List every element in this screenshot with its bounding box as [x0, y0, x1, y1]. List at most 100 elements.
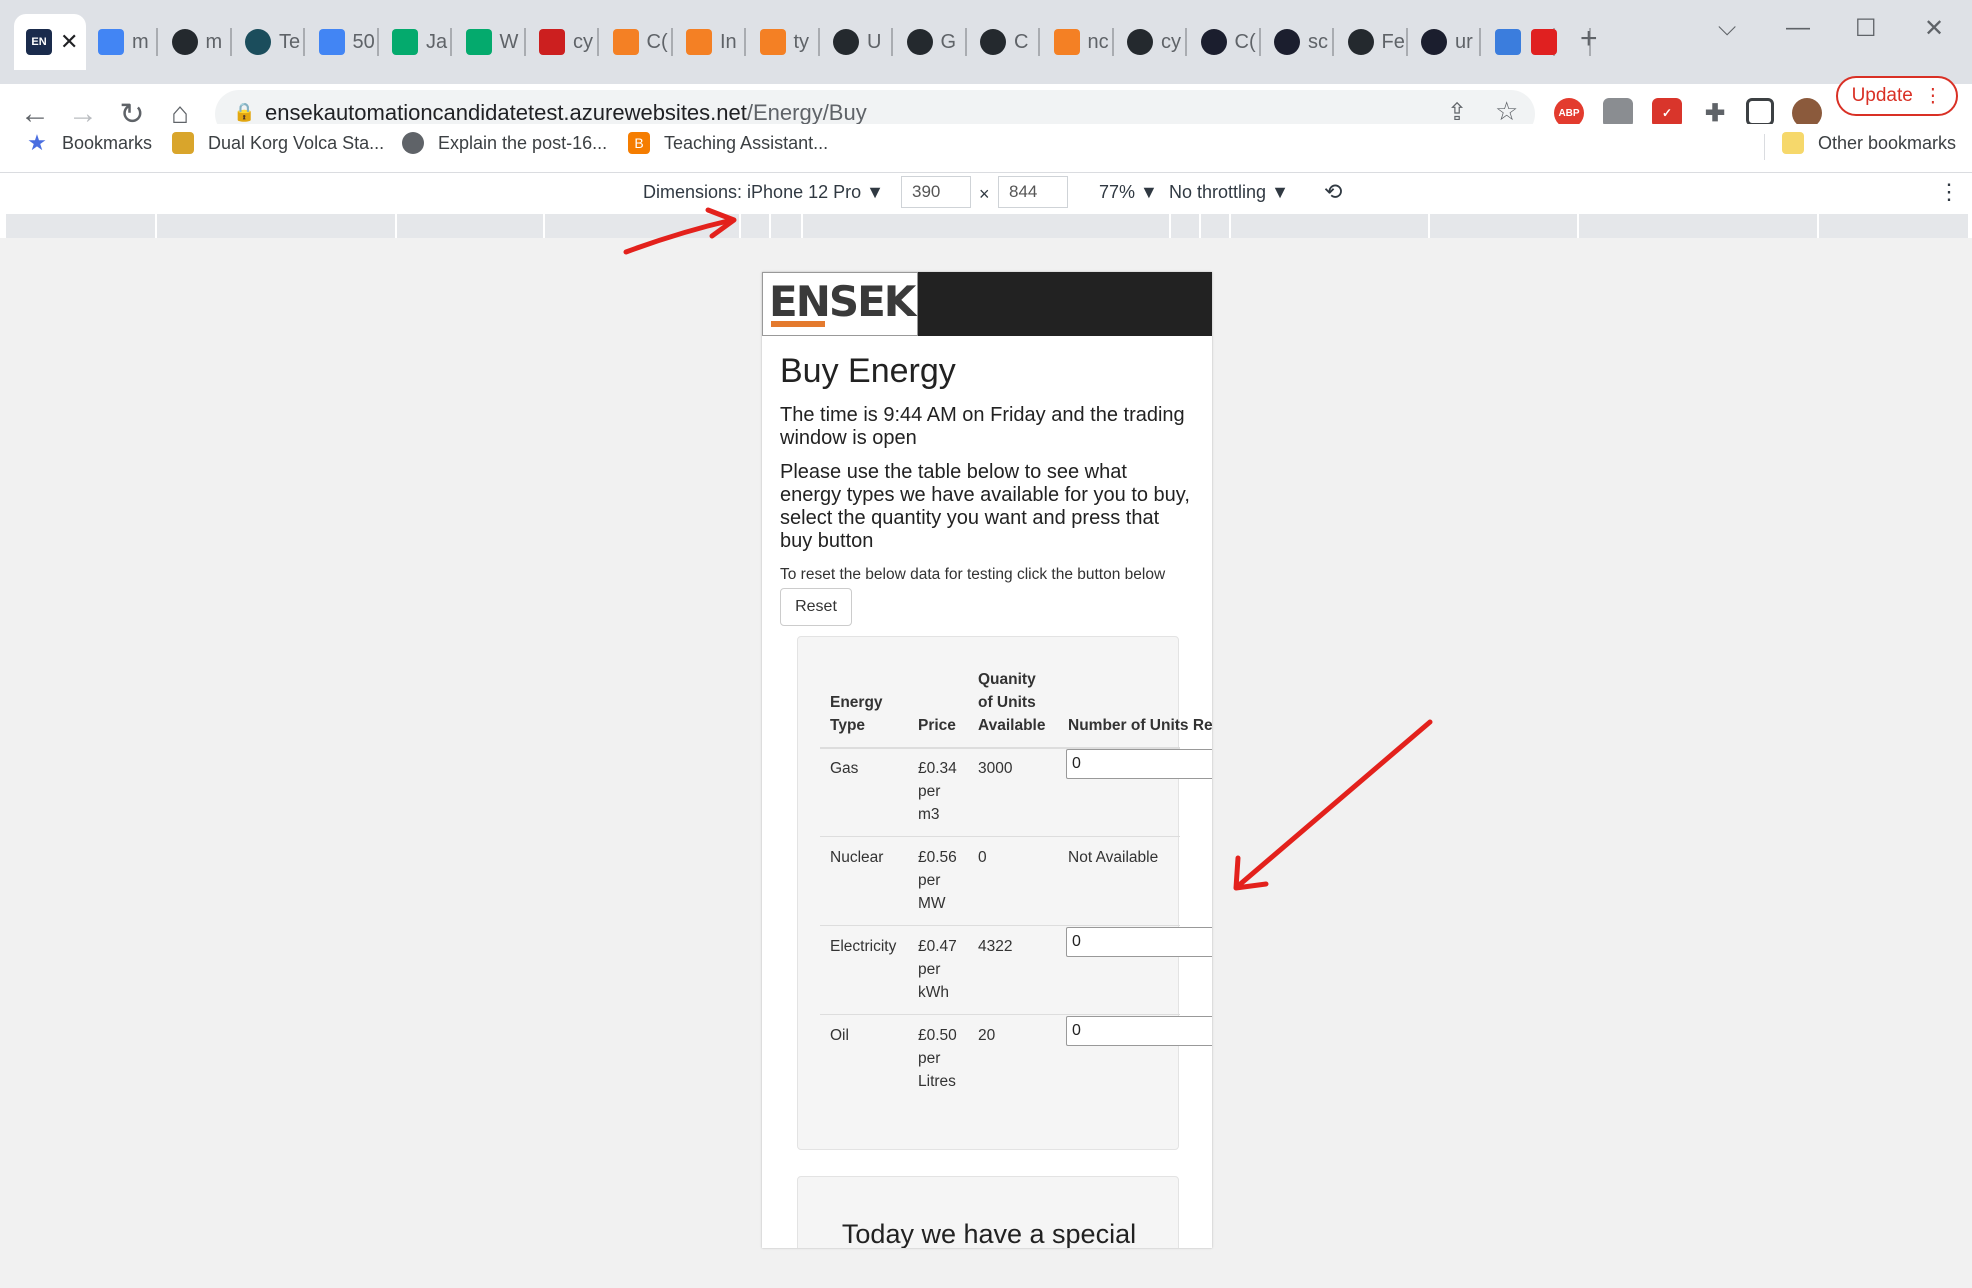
units-required-input[interactable]: 0 [1066, 927, 1212, 957]
tab-14[interactable]: nc [1042, 14, 1114, 70]
site-header: ENSEK [762, 272, 1212, 336]
tab-9[interactable]: In [674, 14, 746, 70]
github-icon [980, 29, 1006, 55]
tab-6[interactable]: W [454, 14, 526, 70]
price-cell: m3 [918, 806, 940, 823]
bookmark-star-icon[interactable]: ☆ [1495, 96, 1518, 127]
tab-title: cy [1161, 30, 1181, 53]
header-energy-type: Type [830, 717, 866, 734]
tab-17[interactable]: sc [1262, 14, 1334, 70]
github-icon [906, 29, 933, 55]
cypress-icon [1421, 29, 1447, 55]
tab-search-icon[interactable]: ⌵ [1718, 14, 1736, 42]
tab-title: sc [1308, 30, 1328, 53]
tab-title: Fe [1381, 30, 1405, 53]
throttling-select[interactable]: No throttling ▼ [1169, 182, 1289, 203]
tab-title: nc [1087, 30, 1109, 53]
reset-button[interactable]: Reset [780, 588, 852, 626]
energy-table-panel: Energy Type Price Quanity of Units Available N… [797, 636, 1212, 1150]
price-cell: per [918, 783, 941, 800]
special-offer-title: Today we have a special [841, 1219, 1137, 1248]
url-text: ensekautomationcandidatetest.azurewebsit… [265, 100, 867, 125]
close-window-icon[interactable]: ✕ [1924, 14, 1944, 43]
w3schools-icon [392, 29, 418, 55]
media-query-ruler[interactable] [6, 214, 1968, 238]
tab-19[interactable]: ur [1409, 14, 1481, 70]
tab-4[interactable]: 50 [307, 14, 379, 70]
tab-title: C( [1234, 30, 1256, 53]
energy-type-cell: Oil [830, 1027, 849, 1044]
header-quantity: of Units [978, 694, 1036, 711]
width-input[interactable]: 390 [901, 176, 971, 208]
units-required-input[interactable]: 0 [1066, 1016, 1212, 1046]
bookmarks-bar: ★ Bookmarks Dual Korg Volca Sta... Explai… [0, 124, 1972, 172]
star-icon: ★ [27, 130, 47, 155]
tab-title: Ja [426, 30, 448, 53]
tab-10[interactable]: ty [748, 14, 820, 70]
bookmark-item[interactable]: Explain the post-16... [402, 132, 607, 154]
new-tab-button[interactable]: + [1580, 22, 1598, 56]
tab-12[interactable]: G [895, 14, 967, 70]
minimize-icon[interactable]: — [1786, 14, 1810, 42]
divider [1764, 134, 1765, 160]
rotate-icon[interactable]: ⟲ [1324, 179, 1342, 205]
energy-type-cell: Gas [830, 760, 859, 777]
header-energy-type: Energy [830, 694, 883, 711]
header-units-required: Number of Units Re [1068, 717, 1212, 734]
zoom-select[interactable]: 77% ▼ [1099, 182, 1158, 203]
tab-0[interactable]: EN ✕ [14, 14, 86, 70]
tab-16[interactable]: C( [1189, 14, 1261, 70]
mobile-page: ENSEK Buy Energy The time is 9:44 AM on … [762, 272, 1212, 1248]
page-title: Buy Energy [780, 352, 956, 390]
sidepanel-icon[interactable] [1746, 98, 1774, 126]
tab-7[interactable]: cy [527, 14, 599, 70]
not-available-label: Not Available [1068, 849, 1159, 866]
tab-title: W [499, 30, 519, 53]
tab-5[interactable]: Ja [380, 14, 452, 70]
price-cell: kWh [918, 984, 949, 1001]
github-icon [1127, 29, 1153, 55]
tab-15[interactable]: cy [1115, 14, 1187, 70]
quantity-cell: 0 [978, 849, 987, 866]
price-cell: per [918, 961, 941, 978]
cheatsheet-icon [245, 29, 271, 55]
update-button[interactable]: Update ⋮ [1836, 76, 1958, 116]
tab-1[interactable]: m [86, 14, 158, 70]
units-required-input[interactable]: 0 [1066, 749, 1212, 779]
tab-8[interactable]: C( [601, 14, 673, 70]
device-select[interactable]: Dimensions: iPhone 12 Pro ▼ [643, 182, 884, 203]
tab-title: In [720, 30, 737, 53]
cypress-icon [1274, 29, 1300, 55]
globe-icon [402, 132, 424, 154]
tab-2[interactable]: m [160, 14, 232, 70]
bookmark-item[interactable]: ★ Bookmarks [26, 130, 152, 155]
github-icon [833, 29, 859, 55]
more-options-icon[interactable]: ⋮ [1938, 179, 1960, 205]
emulated-viewport: ENSEK Buy Energy The time is 9:44 AM on … [0, 238, 1972, 1288]
bookmark-item[interactable]: Dual Korg Volca Sta... [172, 132, 384, 154]
tab-title: ty [793, 30, 810, 53]
other-bookmarks[interactable]: Other bookmarks [1782, 132, 1956, 154]
ensek-icon: EN [26, 29, 52, 55]
google-icon [98, 29, 124, 55]
energy-type-cell: Nuclear [830, 849, 884, 866]
tab-18[interactable]: Fe [1336, 14, 1408, 70]
instructions-text: Please use the table below to see what e… [780, 461, 1190, 552]
tab-13[interactable]: C [968, 14, 1040, 70]
price-cell: £0.47 [918, 938, 957, 955]
bookmark-item[interactable]: B Teaching Assistant... [628, 132, 828, 154]
device-toolbar: Dimensions: iPhone 12 Pro ▼ 390 × 844 77… [0, 172, 1972, 214]
tab-title: U [867, 30, 882, 53]
tab-11[interactable]: U [821, 14, 893, 70]
height-input[interactable]: 844 [998, 176, 1068, 208]
tab-3[interactable]: Te [233, 14, 305, 70]
trading-time-text: The time is 9:44 AM on Friday and the tr… [780, 404, 1185, 449]
close-tab-icon[interactable]: ✕ [60, 29, 78, 55]
logo-accent-bar [771, 321, 825, 327]
maximize-icon[interactable]: ☐ [1855, 14, 1877, 43]
github-icon [171, 29, 198, 55]
ensek-logo[interactable]: ENSEK [762, 272, 918, 336]
github-icon [1347, 29, 1374, 55]
tab-title: m [132, 30, 149, 53]
share-icon[interactable]: ⇪ [1447, 98, 1467, 127]
